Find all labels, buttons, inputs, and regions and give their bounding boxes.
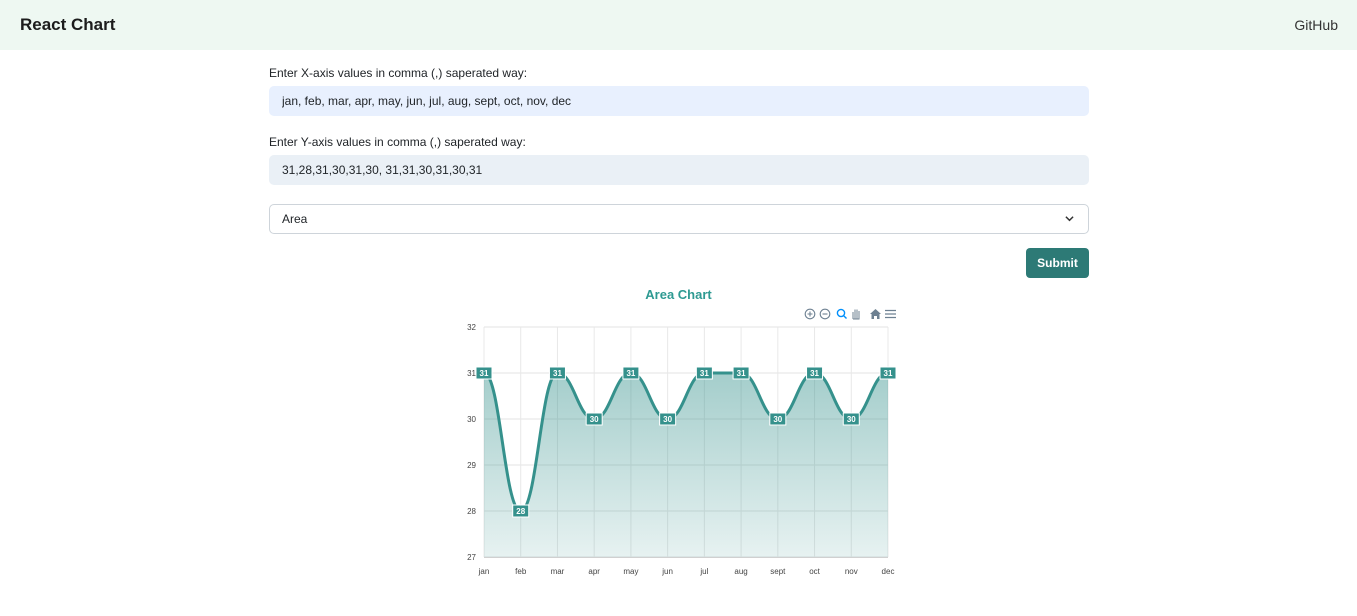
data-label: 30: [847, 415, 856, 424]
data-label: 31: [626, 369, 635, 378]
x-tick-label: jun: [661, 567, 673, 576]
y-tick-label: 29: [467, 461, 476, 470]
y-axis-input[interactable]: [269, 155, 1089, 185]
x-tick-label: aug: [734, 567, 747, 576]
data-label: 31: [884, 369, 893, 378]
chevron-down-icon: [1065, 216, 1074, 222]
data-label: 31: [737, 369, 746, 378]
chart-form: Enter X-axis values in comma (,) saperat…: [269, 66, 1089, 278]
data-label: 31: [810, 369, 819, 378]
x-axis-input[interactable]: [269, 86, 1089, 116]
x-tick-label: mar: [551, 567, 565, 576]
x-tick-label: dec: [882, 567, 895, 576]
github-link[interactable]: GitHub: [1294, 17, 1338, 33]
data-label: 28: [516, 507, 525, 516]
y-axis-label: Enter Y-axis values in comma (,) saperat…: [269, 135, 526, 149]
data-label: 31: [480, 369, 489, 378]
x-tick-label: feb: [515, 567, 527, 576]
navbar: React Chart GitHub: [0, 0, 1357, 50]
submit-row: Submit: [269, 248, 1089, 278]
chart-type-select[interactable]: Area: [269, 204, 1089, 234]
x-tick-label: oct: [809, 567, 820, 576]
brand-title[interactable]: React Chart: [20, 15, 115, 35]
data-label: 30: [773, 415, 782, 424]
y-tick-label: 28: [467, 507, 476, 516]
data-label: 31: [553, 369, 562, 378]
chart-type-value: Area: [282, 212, 308, 226]
x-axis-label: Enter X-axis values in comma (,) saperat…: [269, 66, 528, 80]
x-tick-label: jul: [699, 567, 708, 576]
chart-title: Area Chart: [645, 287, 712, 302]
y-tick-label: 31: [467, 369, 476, 378]
x-tick-label: jan: [478, 567, 490, 576]
y-tick-label: 30: [467, 415, 476, 424]
data-label: 30: [590, 415, 599, 424]
y-tick-label: 27: [467, 553, 476, 562]
x-tick-label: apr: [588, 567, 600, 576]
submit-button[interactable]: Submit: [1026, 248, 1089, 278]
x-tick-label: sept: [770, 567, 786, 576]
data-label: 30: [663, 415, 672, 424]
data-label: 31: [700, 369, 709, 378]
menu-icon[interactable]: [885, 309, 896, 319]
y-tick-label: 32: [467, 323, 476, 332]
x-tick-label: may: [623, 567, 638, 576]
x-tick-label: nov: [845, 567, 858, 576]
area-chart: 27 28 29 30 31 32 jan feb mar apr may jun jul aug sept…: [467, 323, 897, 576]
